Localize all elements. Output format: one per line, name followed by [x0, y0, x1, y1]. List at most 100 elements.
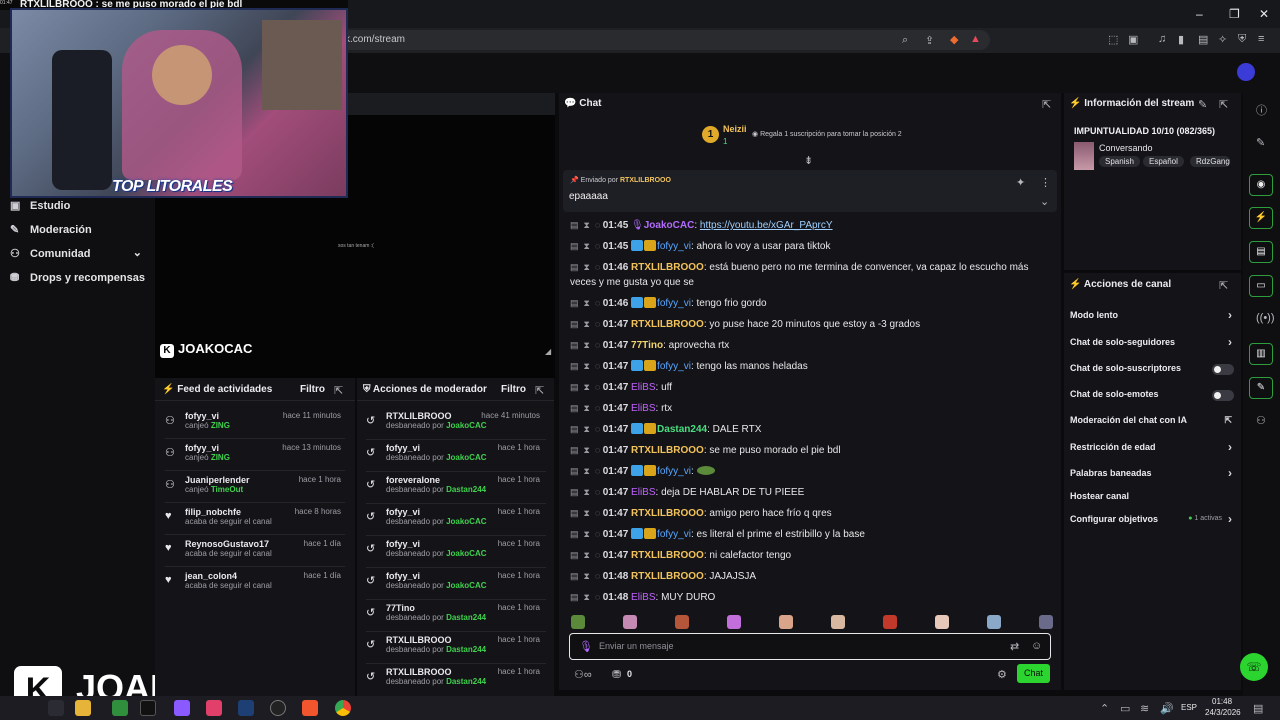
mod-actions-icons[interactable]: ▤ ⧗ ◌	[570, 319, 603, 329]
chat-message[interactable]: ▤ ⧗ ◌ 01:47 EliBS: deja DE HABLAR DE TU …	[570, 485, 1050, 500]
chat-message[interactable]: ▤ ⧗ ◌ 01:47 RTXLILBROOO: ni calefactor t…	[570, 548, 1050, 563]
extensions-icon[interactable]: ⬚	[1108, 33, 1118, 46]
brave-icon[interactable]	[302, 700, 318, 716]
mod-filter-button[interactable]: Filtro	[501, 384, 526, 395]
edit-icon[interactable]: ✎	[1198, 98, 1207, 111]
rail-camera-button[interactable]: ◉	[1249, 174, 1273, 196]
message-username[interactable]: fofyy_vi	[657, 298, 691, 309]
keyboard-language[interactable]: ESP	[1181, 703, 1197, 712]
rewards-icon[interactable]: ▲	[970, 33, 981, 45]
channel-action-5[interactable]: Restricción de edad ›	[1070, 440, 1232, 454]
mod-action-row[interactable]: ↺ fofyy_vi desbaneado por JoakoCAC hace …	[366, 539, 548, 567]
tag-espanol[interactable]: Español	[1143, 156, 1184, 167]
mod-actions-icons[interactable]: ▤ ⧗ ◌	[570, 592, 603, 602]
share-icon[interactable]: ⇪	[925, 34, 934, 47]
info-icon[interactable]: ⓘ	[1256, 102, 1267, 118]
whatsapp-icon[interactable]	[112, 700, 128, 716]
chat-message[interactable]: ▤ ⧗ ◌ 01:47 fofyy_vi: es literal el prim…	[570, 527, 1050, 542]
emote-button[interactable]	[935, 615, 949, 629]
volume-icon[interactable]: 🔊	[1160, 702, 1174, 715]
popout-icon[interactable]: ⇱	[1219, 98, 1228, 111]
translate-icon[interactable]: ⇄	[1010, 640, 1019, 653]
chat-message[interactable]: ▤ ⧗ ◌ 01:47 77Tino: aprovecha rtx	[570, 338, 1050, 353]
channel-action-4[interactable]: Moderación del chat con IA ⇱	[1070, 415, 1232, 425]
mod-actions-icons[interactable]: ▤ ⧗ ◌	[570, 403, 603, 413]
mod-actions-icons[interactable]: ▤ ⧗ ◌	[570, 487, 603, 497]
emote-button[interactable]	[779, 615, 793, 629]
chat-message[interactable]: ▤ ⧗ ◌ 01:47 Dastan244: DALE RTX	[570, 422, 1050, 437]
music-icon[interactable]: ♫	[1158, 33, 1166, 45]
emote-icon[interactable]: ☺	[1031, 640, 1042, 652]
message-username[interactable]: EliBS	[631, 382, 655, 393]
mod-actions-icons[interactable]: ▤ ⧗ ◌	[570, 550, 603, 560]
popout-icon[interactable]: ⇱	[1042, 98, 1051, 111]
message-username[interactable]: fofyy_vi	[657, 529, 691, 540]
nav-item-drops[interactable]: ⛃ Drops y recompensas	[10, 271, 145, 284]
chat-message[interactable]: ▤ ⧗ ◌ 01:47 RTXLILBROOO: amigo pero hace…	[570, 506, 1050, 521]
broadcast-icon[interactable]: ((•))	[1256, 312, 1275, 324]
channel-action-2[interactable]: Chat de solo-suscriptores	[1070, 363, 1232, 373]
popout-icon[interactable]: ⇱	[334, 384, 343, 397]
maximize-button[interactable]: ❐	[1229, 7, 1240, 21]
message-username[interactable]: fofyy_vi	[657, 466, 691, 477]
toggle-switch[interactable]	[1212, 364, 1234, 375]
mic-icon[interactable]: 🎙	[579, 640, 593, 653]
points-icon[interactable]: ⚇∞	[574, 668, 592, 681]
mod-actions-icons[interactable]: ▤ ⧗ ◌	[570, 361, 603, 371]
mod-actions-icons[interactable]: ▤ ⧗ ◌	[570, 220, 603, 230]
feed-row[interactable]: ⚇ Juaniperlender canjeó TimeOut hace 1 h…	[165, 475, 349, 494]
chevron-down-icon[interactable]: ⌄	[1040, 195, 1049, 208]
rail-chat-button[interactable]: ▭	[1249, 275, 1273, 297]
message-username[interactable]: EliBS	[631, 592, 655, 603]
mod-actions-icons[interactable]: ▤ ⧗ ◌	[570, 241, 603, 251]
mod-action-row[interactable]: ↺ 77Tino desbaneado por Dastan244 hace 1…	[366, 603, 548, 631]
mod-action-row[interactable]: ↺ RTXLILBROOO desbaneado por Dastan244 h…	[366, 635, 548, 663]
emote-button[interactable]	[675, 615, 689, 629]
steam-icon[interactable]	[238, 700, 254, 716]
wallet-icon[interactable]: ▤	[1198, 33, 1208, 46]
mod-action-row[interactable]: ↺ RTXLILBROOO desbaneado por Dastan244 h…	[366, 667, 548, 695]
avatar[interactable]	[1237, 63, 1255, 81]
mod-actions-icons[interactable]: ▤ ⧗ ◌	[570, 529, 603, 539]
mod-action-row[interactable]: ↺ foreveralone desbaneado por Dastan244 …	[366, 475, 548, 503]
scroll-down-icon[interactable]: ⇟	[804, 154, 813, 167]
fullscreen-icon[interactable]: ◢	[545, 347, 551, 356]
emote-button[interactable]	[727, 615, 741, 629]
screenshot-icon[interactable]: ▣	[1128, 33, 1138, 46]
channel-action-8[interactable]: Configurar objetivos ● 1 activas ›	[1070, 512, 1232, 526]
message-username[interactable]: RTXLILBROOO	[631, 319, 704, 330]
popout-icon[interactable]: ⇱	[535, 384, 544, 397]
chat-message[interactable]: ▤ ⧗ ◌ 01:46 RTXLILBROOO: está bueno pero…	[570, 260, 1050, 290]
pencil-icon[interactable]: ✎	[1256, 136, 1265, 149]
chat-message[interactable]: ▤ ⧗ ◌ 01:47 fofyy_vi: tengo las manos he…	[570, 359, 1050, 374]
mod-actions-icons[interactable]: ▤ ⧗ ◌	[570, 340, 603, 350]
notification-icon[interactable]: ▤	[1253, 702, 1263, 715]
clock-time[interactable]: 01:48	[1212, 697, 1232, 706]
folder-icon[interactable]	[75, 700, 91, 716]
chat-message[interactable]: ▤ ⧗ ◌ 01:46 fofyy_vi: tengo frio gordo	[570, 296, 1050, 311]
emote-button[interactable]	[571, 615, 585, 629]
app-icon[interactable]	[206, 700, 222, 716]
chat-message[interactable]: ▤ ⧗ ◌ 01:48 EliBS: MUY DURO	[570, 590, 1050, 605]
mod-action-row[interactable]: ↺ fofyy_vi desbaneado por JoakoCAC hace …	[366, 571, 548, 599]
message-username[interactable]: RTXLILBROOO	[631, 550, 704, 561]
chat-message[interactable]: ▤ ⧗ ◌ 01:47 RTXLILBROOO: yo puse hace 20…	[570, 317, 1050, 332]
message-username[interactable]: RTXLILBROOO	[631, 262, 704, 273]
message-username[interactable]: EliBS	[631, 403, 655, 414]
wifi-icon[interactable]: ≋	[1140, 702, 1149, 715]
tiktok-icon[interactable]	[140, 700, 156, 716]
channel-action-6[interactable]: Palabras baneadas ›	[1070, 466, 1232, 480]
message-username[interactable]: RTXLILBROOO	[631, 571, 704, 582]
message-username[interactable]: JoakoCAC	[644, 220, 695, 231]
emote-button[interactable]	[883, 615, 897, 629]
chat-message[interactable]: ▤ ⧗ ◌ 01:45 🎙JoakoCAC: https://youtu.be/…	[570, 218, 1050, 233]
feed-row[interactable]: ♥ ReynosoGustavo17 acaba de seguir el ca…	[165, 539, 349, 558]
mod-action-row[interactable]: ↺ fofyy_vi desbaneado por JoakoCAC hace …	[366, 443, 548, 471]
emote-button[interactable]	[1039, 615, 1053, 629]
feed-row[interactable]: ⚇ fofyy_vi canjeó ZING hace 13 minutos	[165, 443, 349, 462]
mod-actions-icons[interactable]: ▤ ⧗ ◌	[570, 445, 603, 455]
nav-item-studio[interactable]: ▣ Estudio	[10, 199, 70, 212]
more-icon[interactable]: ⋮	[1040, 176, 1051, 189]
activity-filter-button[interactable]: Filtro	[300, 384, 325, 395]
mod-action-row[interactable]: ↺ fofyy_vi desbaneado por JoakoCAC hace …	[366, 507, 548, 535]
